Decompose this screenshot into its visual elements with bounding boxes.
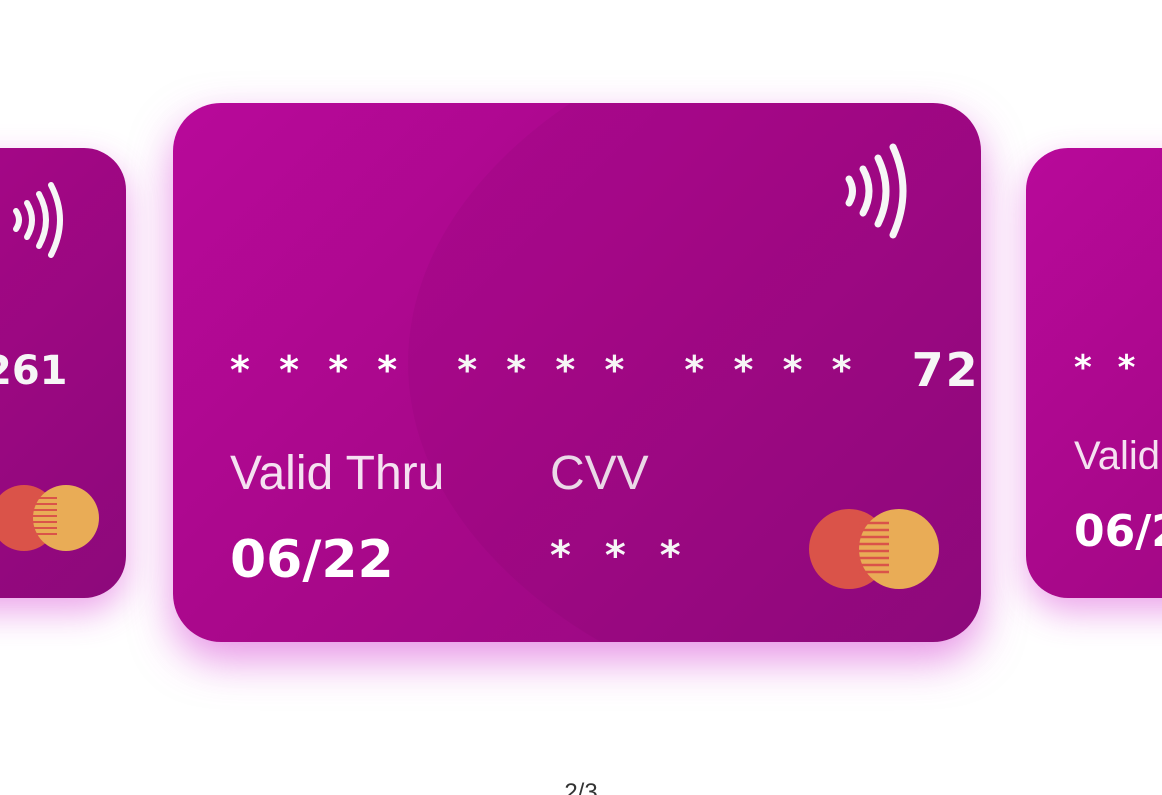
contactless-icon bbox=[13, 182, 63, 258]
card-number: * * * bbox=[1074, 348, 1162, 388]
valid-thru-label: Valid bbox=[1074, 434, 1160, 478]
expiry-date: 06/22 bbox=[230, 530, 394, 590]
valid-thru-label: Valid Thru bbox=[230, 447, 445, 500]
card-number-group: * * * * bbox=[684, 348, 860, 392]
cvv-value: * * * bbox=[550, 533, 691, 579]
card-previous[interactable]: 261 bbox=[0, 148, 126, 598]
card-number-last-digits: 261 bbox=[0, 348, 68, 394]
card-number-group: * * * * bbox=[230, 348, 406, 392]
card-number-last-digits: 7261 bbox=[911, 343, 981, 397]
carousel-page-indicator: 2/3 bbox=[564, 779, 598, 795]
mastercard-icon bbox=[0, 485, 99, 551]
cvv-label: CVV bbox=[550, 447, 649, 500]
mastercard-icon bbox=[809, 509, 939, 589]
card-carousel[interactable]: 261 * * * * bbox=[0, 0, 1162, 795]
card-next[interactable]: * * * Valid 06/2 bbox=[1026, 148, 1162, 598]
card-number: * * * * * * * * * * * * 7261 bbox=[230, 343, 981, 397]
card-current[interactable]: * * * * * * * * * * * * 7261 Valid Thru … bbox=[173, 103, 981, 642]
card-number-group: * * * * bbox=[457, 348, 633, 392]
expiry-date: 06/2 bbox=[1074, 506, 1162, 557]
contactless-icon bbox=[845, 143, 907, 239]
